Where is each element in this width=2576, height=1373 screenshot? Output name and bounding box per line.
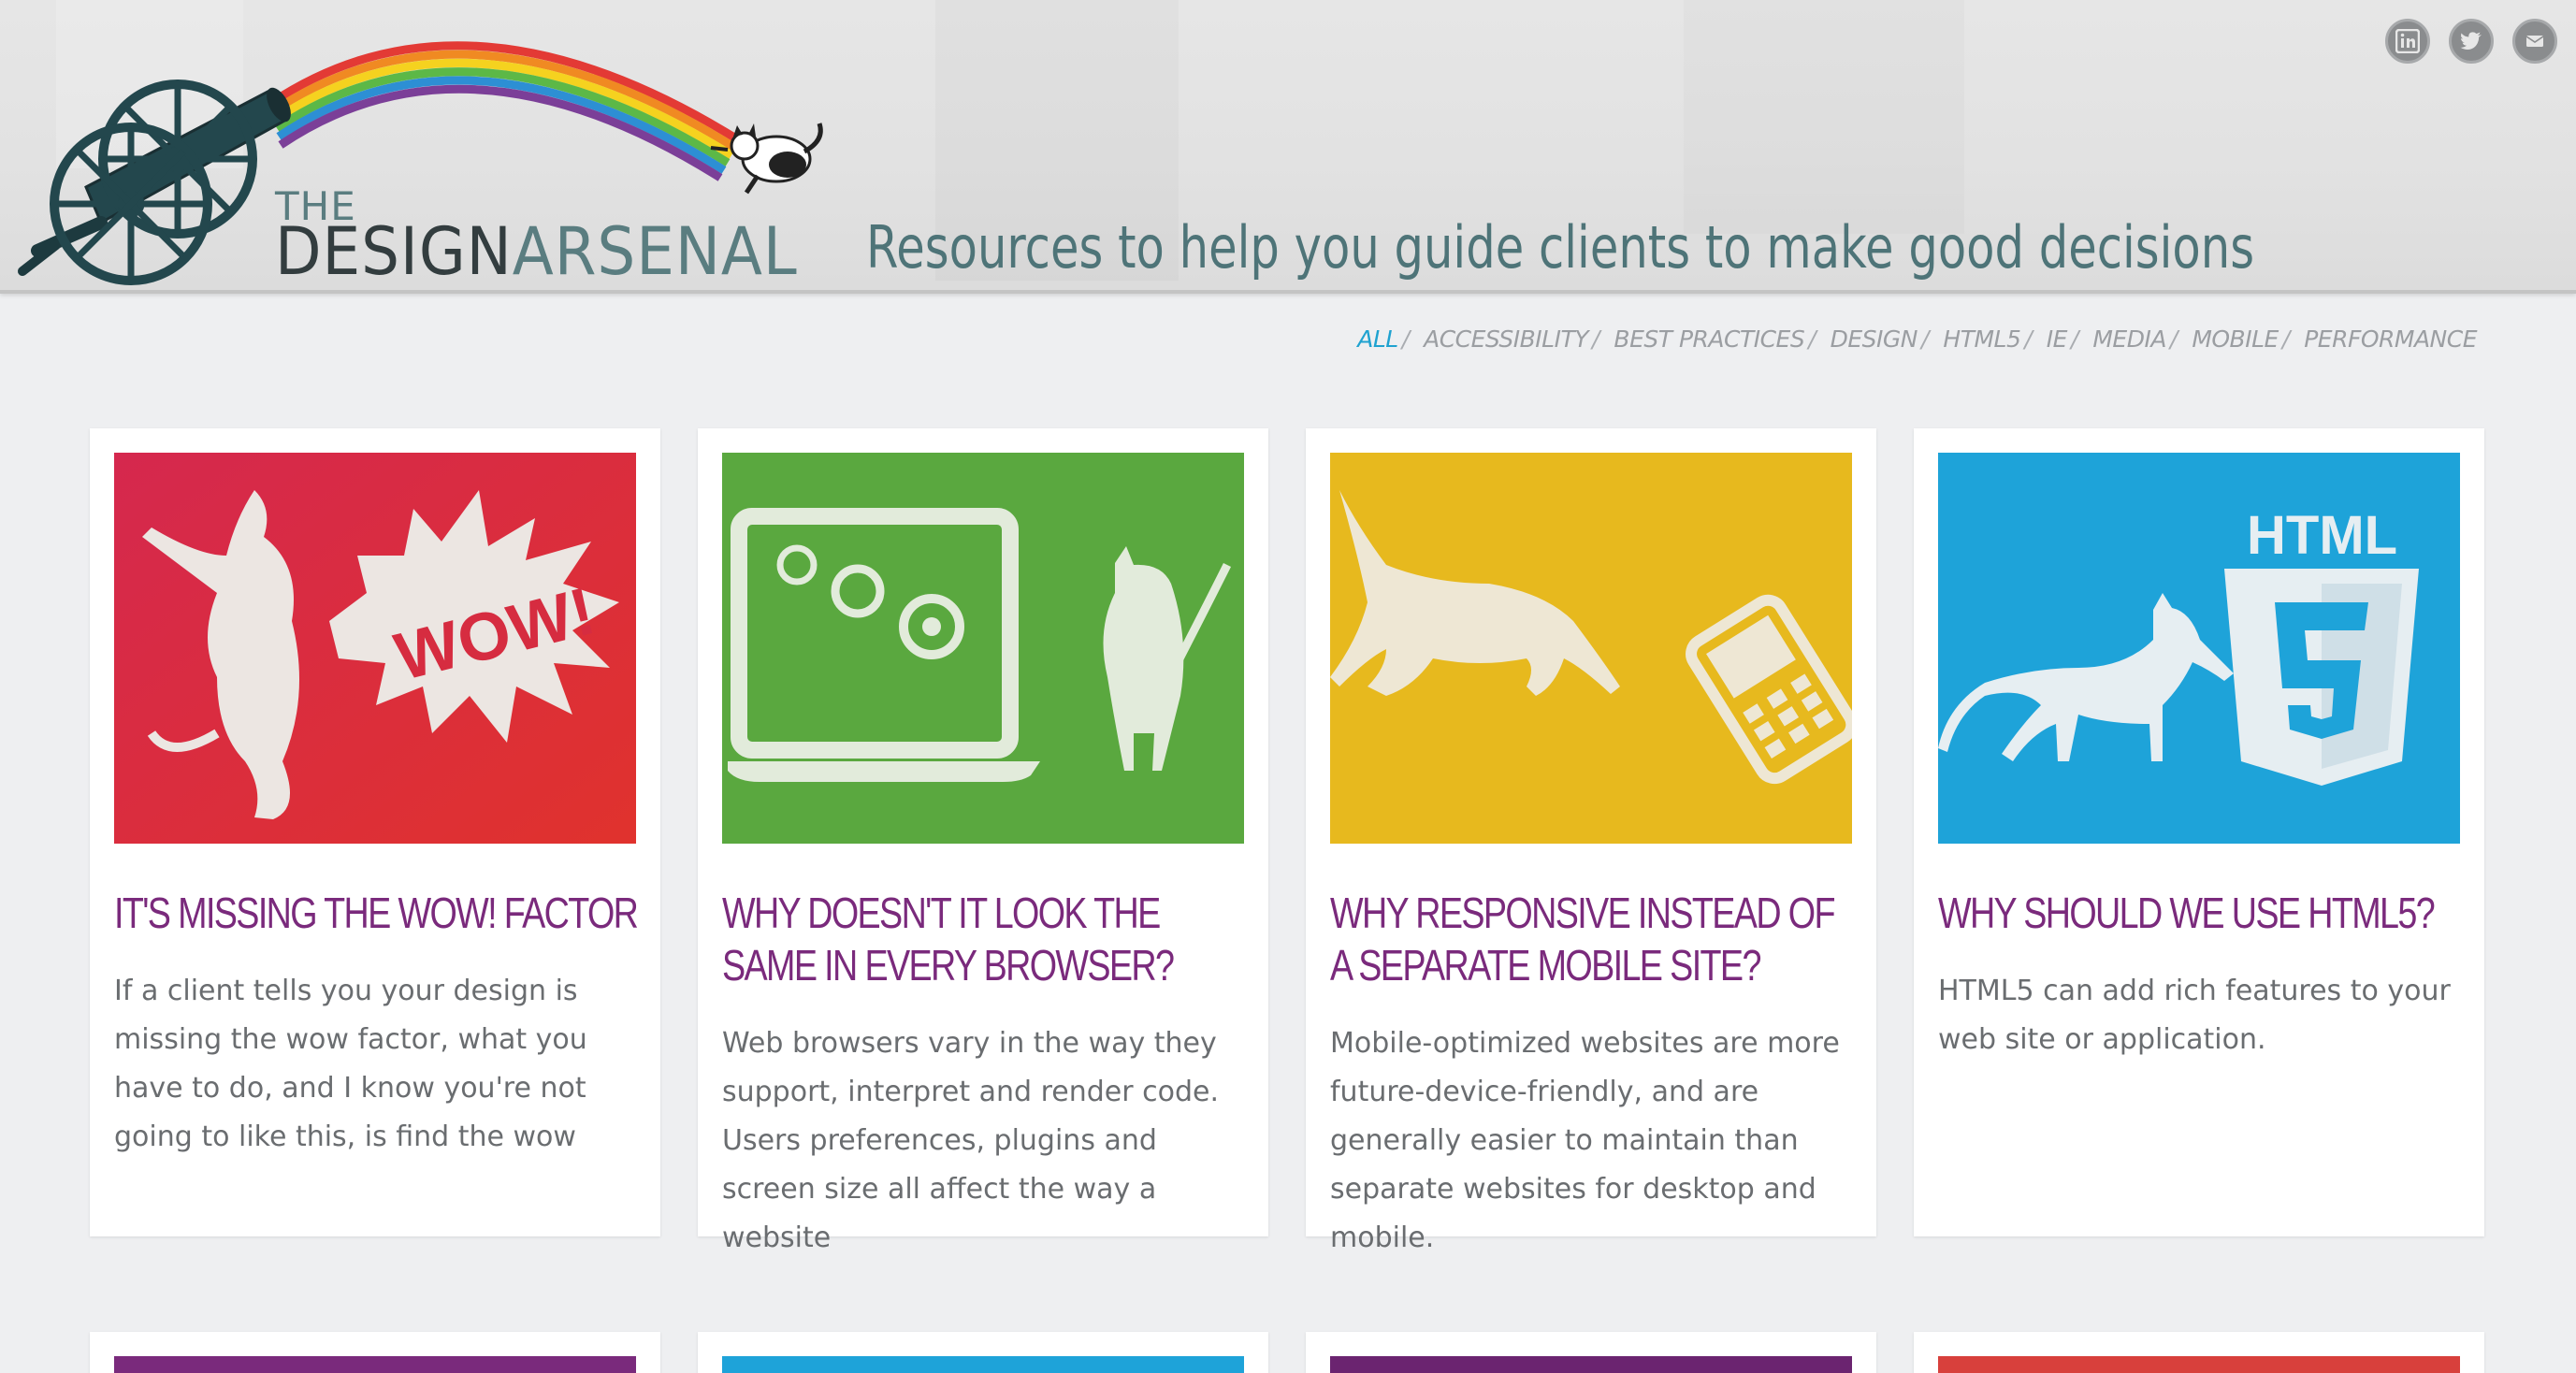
filter-html5[interactable]: HTML5	[1943, 325, 2020, 353]
linkedin-button[interactable]	[2385, 19, 2430, 64]
filter-all[interactable]: ALL	[1357, 325, 1398, 353]
filter-best-practices[interactable]: BEST PRACTICES	[1614, 325, 1804, 353]
filter-media[interactable]: MEDIA	[2092, 325, 2166, 353]
article-image-browsers[interactable]	[722, 453, 1244, 844]
article-image-wow[interactable]: WOW!	[114, 453, 636, 844]
article-image-next-2[interactable]	[722, 1356, 1244, 1373]
article-image-html5[interactable]: HTML	[1938, 453, 2460, 844]
logo-design-text: DESIGN	[275, 213, 513, 290]
filter-performance[interactable]: PERFORMANCE	[2304, 325, 2477, 353]
article-excerpt: HTML5 can add rich features to your web …	[1938, 975, 2451, 1056]
article-image-next-1[interactable]	[114, 1356, 636, 1373]
article-card-next-4[interactable]	[1914, 1332, 2484, 1373]
filter-design[interactable]: DESIGN	[1831, 325, 1918, 353]
article-excerpt: If a client tells you your design is mis…	[114, 975, 587, 1153]
site-logo-wordmark[interactable]: DESIGNARSENAL	[275, 219, 798, 284]
article-card-browsers[interactable]: WHY DOESN'T IT LOOK THE SAME IN EVERY BR…	[698, 428, 1268, 1254]
logo-arsenal-text: ARSENAL	[512, 213, 798, 290]
site-tagline: Resources to help you guide clients to m…	[866, 213, 2255, 282]
cat-html5-illustration: HTML	[1938, 453, 2460, 844]
article-card-next-1[interactable]	[90, 1332, 660, 1373]
article-card-next-3[interactable]	[1306, 1332, 1876, 1373]
html-logo-text: HTML	[2247, 505, 2397, 566]
article-card-wow-factor[interactable]: WOW! IT'S MISSING THE WOW! FACTOR If a c…	[90, 428, 660, 1236]
twitter-icon	[2460, 32, 2482, 50]
article-title[interactable]: WHY RESPONSIVE INSTEAD OF A SEPARATE MOB…	[1330, 887, 1860, 991]
email-icon	[2525, 36, 2544, 47]
linkedin-icon	[2395, 29, 2420, 53]
category-filter-nav: ALL / ACCESSIBILITY / BEST PRACTICES / DESI…	[1357, 325, 2477, 353]
site-header: THE DESIGNARSENAL Resources to help you …	[0, 0, 2576, 294]
article-title[interactable]: WHY SHOULD WE USE HTML5?	[1938, 887, 2467, 939]
article-image-next-4[interactable]	[1938, 1356, 2460, 1373]
article-card-next-2[interactable]	[698, 1332, 1268, 1373]
article-title[interactable]: IT'S MISSING THE WOW! FACTOR	[114, 887, 644, 939]
article-excerpt: Mobile-optimized websites are more futur…	[1330, 1027, 1840, 1254]
article-excerpt: Web browsers vary in the way they suppor…	[722, 1027, 1220, 1254]
filter-ie[interactable]: IE	[2047, 325, 2068, 353]
article-card-html5[interactable]: HTML WHY SHOULD WE USE HTML5? HTML5 can …	[1914, 428, 2484, 1236]
filter-mobile[interactable]: MOBILE	[2192, 325, 2279, 353]
article-title[interactable]: WHY DOESN'T IT LOOK THE SAME IN EVERY BR…	[722, 887, 1252, 991]
article-image-responsive[interactable]	[1330, 453, 1852, 844]
email-button[interactable]	[2512, 19, 2557, 64]
article-image-next-3[interactable]	[1330, 1356, 1852, 1373]
filter-accessibility[interactable]: ACCESSIBILITY	[1424, 325, 1588, 353]
cat-phone-illustration	[1330, 453, 1852, 844]
twitter-button[interactable]	[2449, 19, 2494, 64]
cat-wow-illustration: WOW!	[114, 453, 636, 844]
cat-laptop-illustration	[722, 453, 1244, 844]
article-card-responsive[interactable]: WHY RESPONSIVE INSTEAD OF A SEPARATE MOB…	[1306, 428, 1876, 1254]
